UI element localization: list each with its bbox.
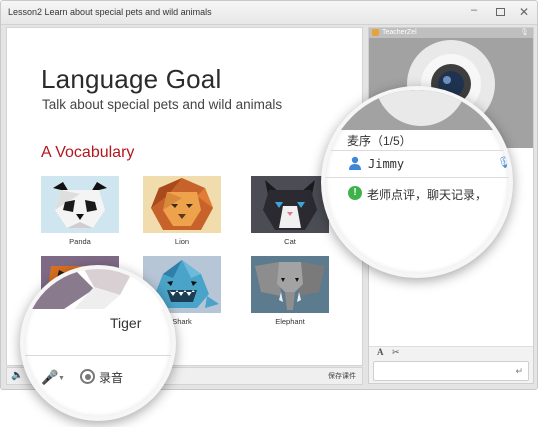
mic-icon: 🎙 xyxy=(520,29,529,36)
record-icon[interactable] xyxy=(80,369,95,384)
vocab-label-cat: Cat xyxy=(284,237,296,246)
cat-image xyxy=(251,176,329,233)
speaker-icon[interactable]: 🔈 xyxy=(11,370,23,381)
chat-tools: A ✂ xyxy=(369,346,533,358)
save-courseware-button[interactable]: 保存课件 xyxy=(328,371,356,381)
queue-user-name[interactable]: Jimmy xyxy=(368,157,404,171)
enter-icon[interactable]: ↵ xyxy=(515,366,523,377)
mic-queue-label: 麦序（1/5） xyxy=(347,134,412,148)
webcam-image-zoomed xyxy=(325,90,509,130)
panda-image xyxy=(41,176,119,233)
lion-image xyxy=(143,176,221,233)
magnifier-recording: Tiger 🎤 ▼ 录音 xyxy=(20,265,176,421)
close-button[interactable]: ✕ xyxy=(515,3,533,21)
slide-subheading: Talk about special pets and wild animals xyxy=(42,97,283,112)
mic-icon[interactable]: 🎙 xyxy=(497,156,509,169)
microphone-icon[interactable]: 🎤 xyxy=(41,369,58,386)
teacher-icon xyxy=(372,29,379,36)
notice-icon: ! xyxy=(348,186,362,200)
divider xyxy=(24,355,172,356)
divider xyxy=(325,177,509,178)
teacher-video-zoomed xyxy=(325,90,509,130)
title-bar: Lesson2 Learn about special pets and wil… xyxy=(1,1,537,25)
tiger-image-zoomed xyxy=(24,269,172,309)
user-icon xyxy=(349,156,361,170)
chevron-down-icon[interactable]: ▼ xyxy=(58,375,65,382)
vocabulary-section-title: A Vocabulary xyxy=(41,144,135,161)
vocab-card-panda[interactable]: Panda xyxy=(41,176,119,246)
tiger-caption: Tiger xyxy=(110,315,142,331)
maximize-icon xyxy=(495,8,505,16)
scissors-icon[interactable]: ✂ xyxy=(392,347,400,358)
chat-input[interactable]: ↵ xyxy=(373,361,529,381)
elephant-image xyxy=(251,256,329,313)
minimize-button[interactable]: – xyxy=(465,1,483,19)
teacher-header: TeacherZel 🎙 xyxy=(369,28,533,38)
vocab-card-cat[interactable]: Cat xyxy=(251,176,329,246)
vocab-card-lion[interactable]: Lion xyxy=(143,176,221,246)
font-icon[interactable]: A xyxy=(377,347,384,357)
maximize-button[interactable] xyxy=(491,3,509,21)
window-title: Lesson2 Learn about special pets and wil… xyxy=(8,7,212,17)
teacher-name: TeacherZel xyxy=(382,29,417,36)
magnifier-queue: 麦序（1/5） Jimmy 🎙 ! 老师点评，聊天记录， xyxy=(321,86,513,278)
vocab-label-lion: Lion xyxy=(174,237,190,246)
vocab-label-panda: Panda xyxy=(69,237,91,246)
slide-heading: Language Goal xyxy=(41,64,222,94)
divider xyxy=(325,150,509,151)
notice-text: 老师点评，聊天记录， xyxy=(367,188,488,202)
record-button-label[interactable]: 录音 xyxy=(99,369,123,386)
vocab-card-elephant[interactable]: Elephant xyxy=(251,256,329,326)
vocab-label-elephant: Elephant xyxy=(275,317,305,326)
